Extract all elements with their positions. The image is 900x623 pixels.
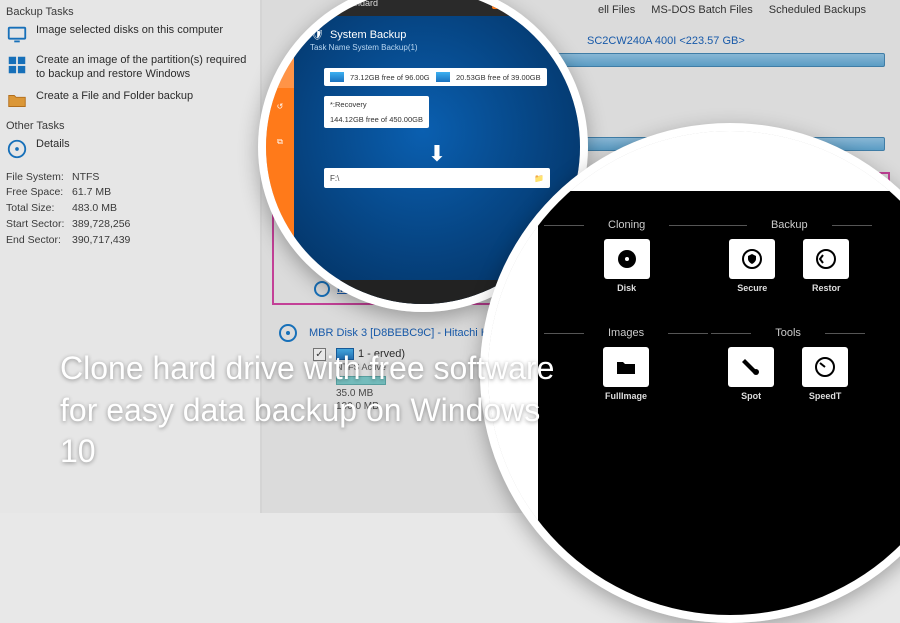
- windows-flag-icon: [436, 72, 450, 82]
- source-card-1[interactable]: 73.12GB free of 96.00GB: [324, 68, 441, 86]
- prop-val: 61.7 MB: [72, 185, 111, 201]
- task-image-partitions[interactable]: Create an image of the partition(s) requ…: [0, 50, 260, 86]
- panel-title: System Backup: [330, 29, 406, 41]
- scheme-button[interactable]: Scheme: [324, 287, 357, 297]
- rail-restore-icon[interactable]: ↺: [266, 88, 294, 124]
- tab-batch-files[interactable]: MS-DOS Batch Files: [645, 2, 758, 18]
- windows-icon: [6, 54, 28, 76]
- folder-icon: [6, 90, 28, 112]
- shield-icon: 🛡: [310, 28, 324, 41]
- gear-icon[interactable]: ⚙: [308, 287, 316, 298]
- task-label: Create a File and Folder backup: [36, 90, 193, 104]
- tools-panel: Cloning Disk Backup Secure Restor Images: [538, 191, 900, 615]
- hdd-icon: [277, 322, 299, 344]
- rail-backup-icon[interactable]: ▣: [266, 52, 294, 88]
- prop-val: NTFS: [72, 170, 99, 186]
- tool-secure[interactable]: Secure: [729, 239, 775, 293]
- gauge-icon: [802, 347, 848, 387]
- group-images: Images: [584, 327, 668, 339]
- rail-clone-icon[interactable]: ⧉: [266, 124, 294, 160]
- card-text: 144.12GB free of 450.00GB: [330, 115, 423, 124]
- page-headline: Clone hard drive with free software for …: [60, 348, 580, 473]
- rail-home-icon[interactable]: ⌂: [266, 16, 294, 52]
- tab-scheduled-backups[interactable]: Scheduled Backups: [763, 2, 872, 18]
- tool-label: SpeedT: [809, 391, 842, 401]
- prop-key: Free Space:: [6, 185, 72, 201]
- prop-key: Start Sector:: [6, 217, 72, 233]
- section-other-tasks: Other Tasks: [0, 116, 260, 134]
- disk-icon: [604, 239, 650, 279]
- tool-label: FullImage: [605, 391, 647, 401]
- partition-properties: File System:NTFS Free Space:61.7 MB Tota…: [0, 164, 260, 255]
- disk-icon: [6, 138, 28, 160]
- disk-header: SC2CW240A 400I <223.57 GB>: [587, 35, 745, 47]
- tool-spot[interactable]: Spot: [728, 347, 774, 401]
- task-label: Create an image of the partition(s) requ…: [36, 54, 254, 82]
- card-title: *:Recovery: [330, 100, 367, 109]
- tool-fullimage[interactable]: FullImage: [603, 347, 649, 401]
- folder-icon[interactable]: 📁: [534, 174, 544, 183]
- arrow-down-icon: ⬇: [428, 141, 446, 167]
- tool-label: Spot: [741, 391, 761, 401]
- tool-label: Restor: [812, 283, 841, 293]
- prop-key: End Sector:: [6, 233, 72, 249]
- group-backup: Backup: [747, 219, 832, 231]
- task-label: Details: [36, 138, 70, 152]
- prop-key: Total Size:: [6, 201, 72, 217]
- tool-disk[interactable]: Disk: [604, 239, 650, 293]
- task-label: Image selected disks on this computer: [36, 24, 223, 38]
- tool-label: Disk: [617, 283, 636, 293]
- card-text: 73.12GB free of 96.00GB: [350, 73, 435, 82]
- folder-icon: [603, 347, 649, 387]
- tool-speedtest[interactable]: SpeedT: [802, 347, 848, 401]
- tool-restore[interactable]: Restor: [803, 239, 849, 293]
- flashlight-icon: [728, 347, 774, 387]
- group-tools: Tools: [751, 327, 825, 339]
- task-image-disks[interactable]: Image selected disks on this computer: [0, 20, 260, 50]
- task-details[interactable]: Details: [0, 134, 260, 164]
- section-backup-tasks: Backup Tasks: [0, 2, 260, 20]
- nav-rail: ⌂ ▣ ↺ ⧉: [266, 16, 294, 304]
- prop-key: File System:: [6, 170, 72, 186]
- task-name-field[interactable]: Task Name System Backup(1): [310, 43, 564, 52]
- dest-path: F:\: [330, 174, 339, 183]
- prop-val: 389,728,256: [72, 217, 130, 233]
- prop-val: 483.0 MB: [72, 201, 117, 217]
- tool-label: Secure: [737, 283, 767, 293]
- destination-field[interactable]: F:\ 📁: [324, 168, 550, 188]
- task-file-folder[interactable]: Create a File and Folder backup: [0, 86, 260, 116]
- group-cloning: Cloning: [584, 219, 669, 231]
- shield-disk-icon: [729, 239, 775, 279]
- card-text: 20.53GB free of 39.00GB: [456, 73, 541, 82]
- tab-shell-files[interactable]: ell Files: [592, 2, 641, 18]
- windows-flag-icon: [330, 72, 344, 82]
- prop-val: 390,717,439: [72, 233, 130, 249]
- restore-icon: [803, 239, 849, 279]
- source-card-2[interactable]: 20.53GB free of 39.00GB: [430, 68, 547, 86]
- monitor-icon: [6, 24, 28, 46]
- source-card-3[interactable]: *:Recovery 144.12GB free of 450.00GB: [324, 96, 429, 128]
